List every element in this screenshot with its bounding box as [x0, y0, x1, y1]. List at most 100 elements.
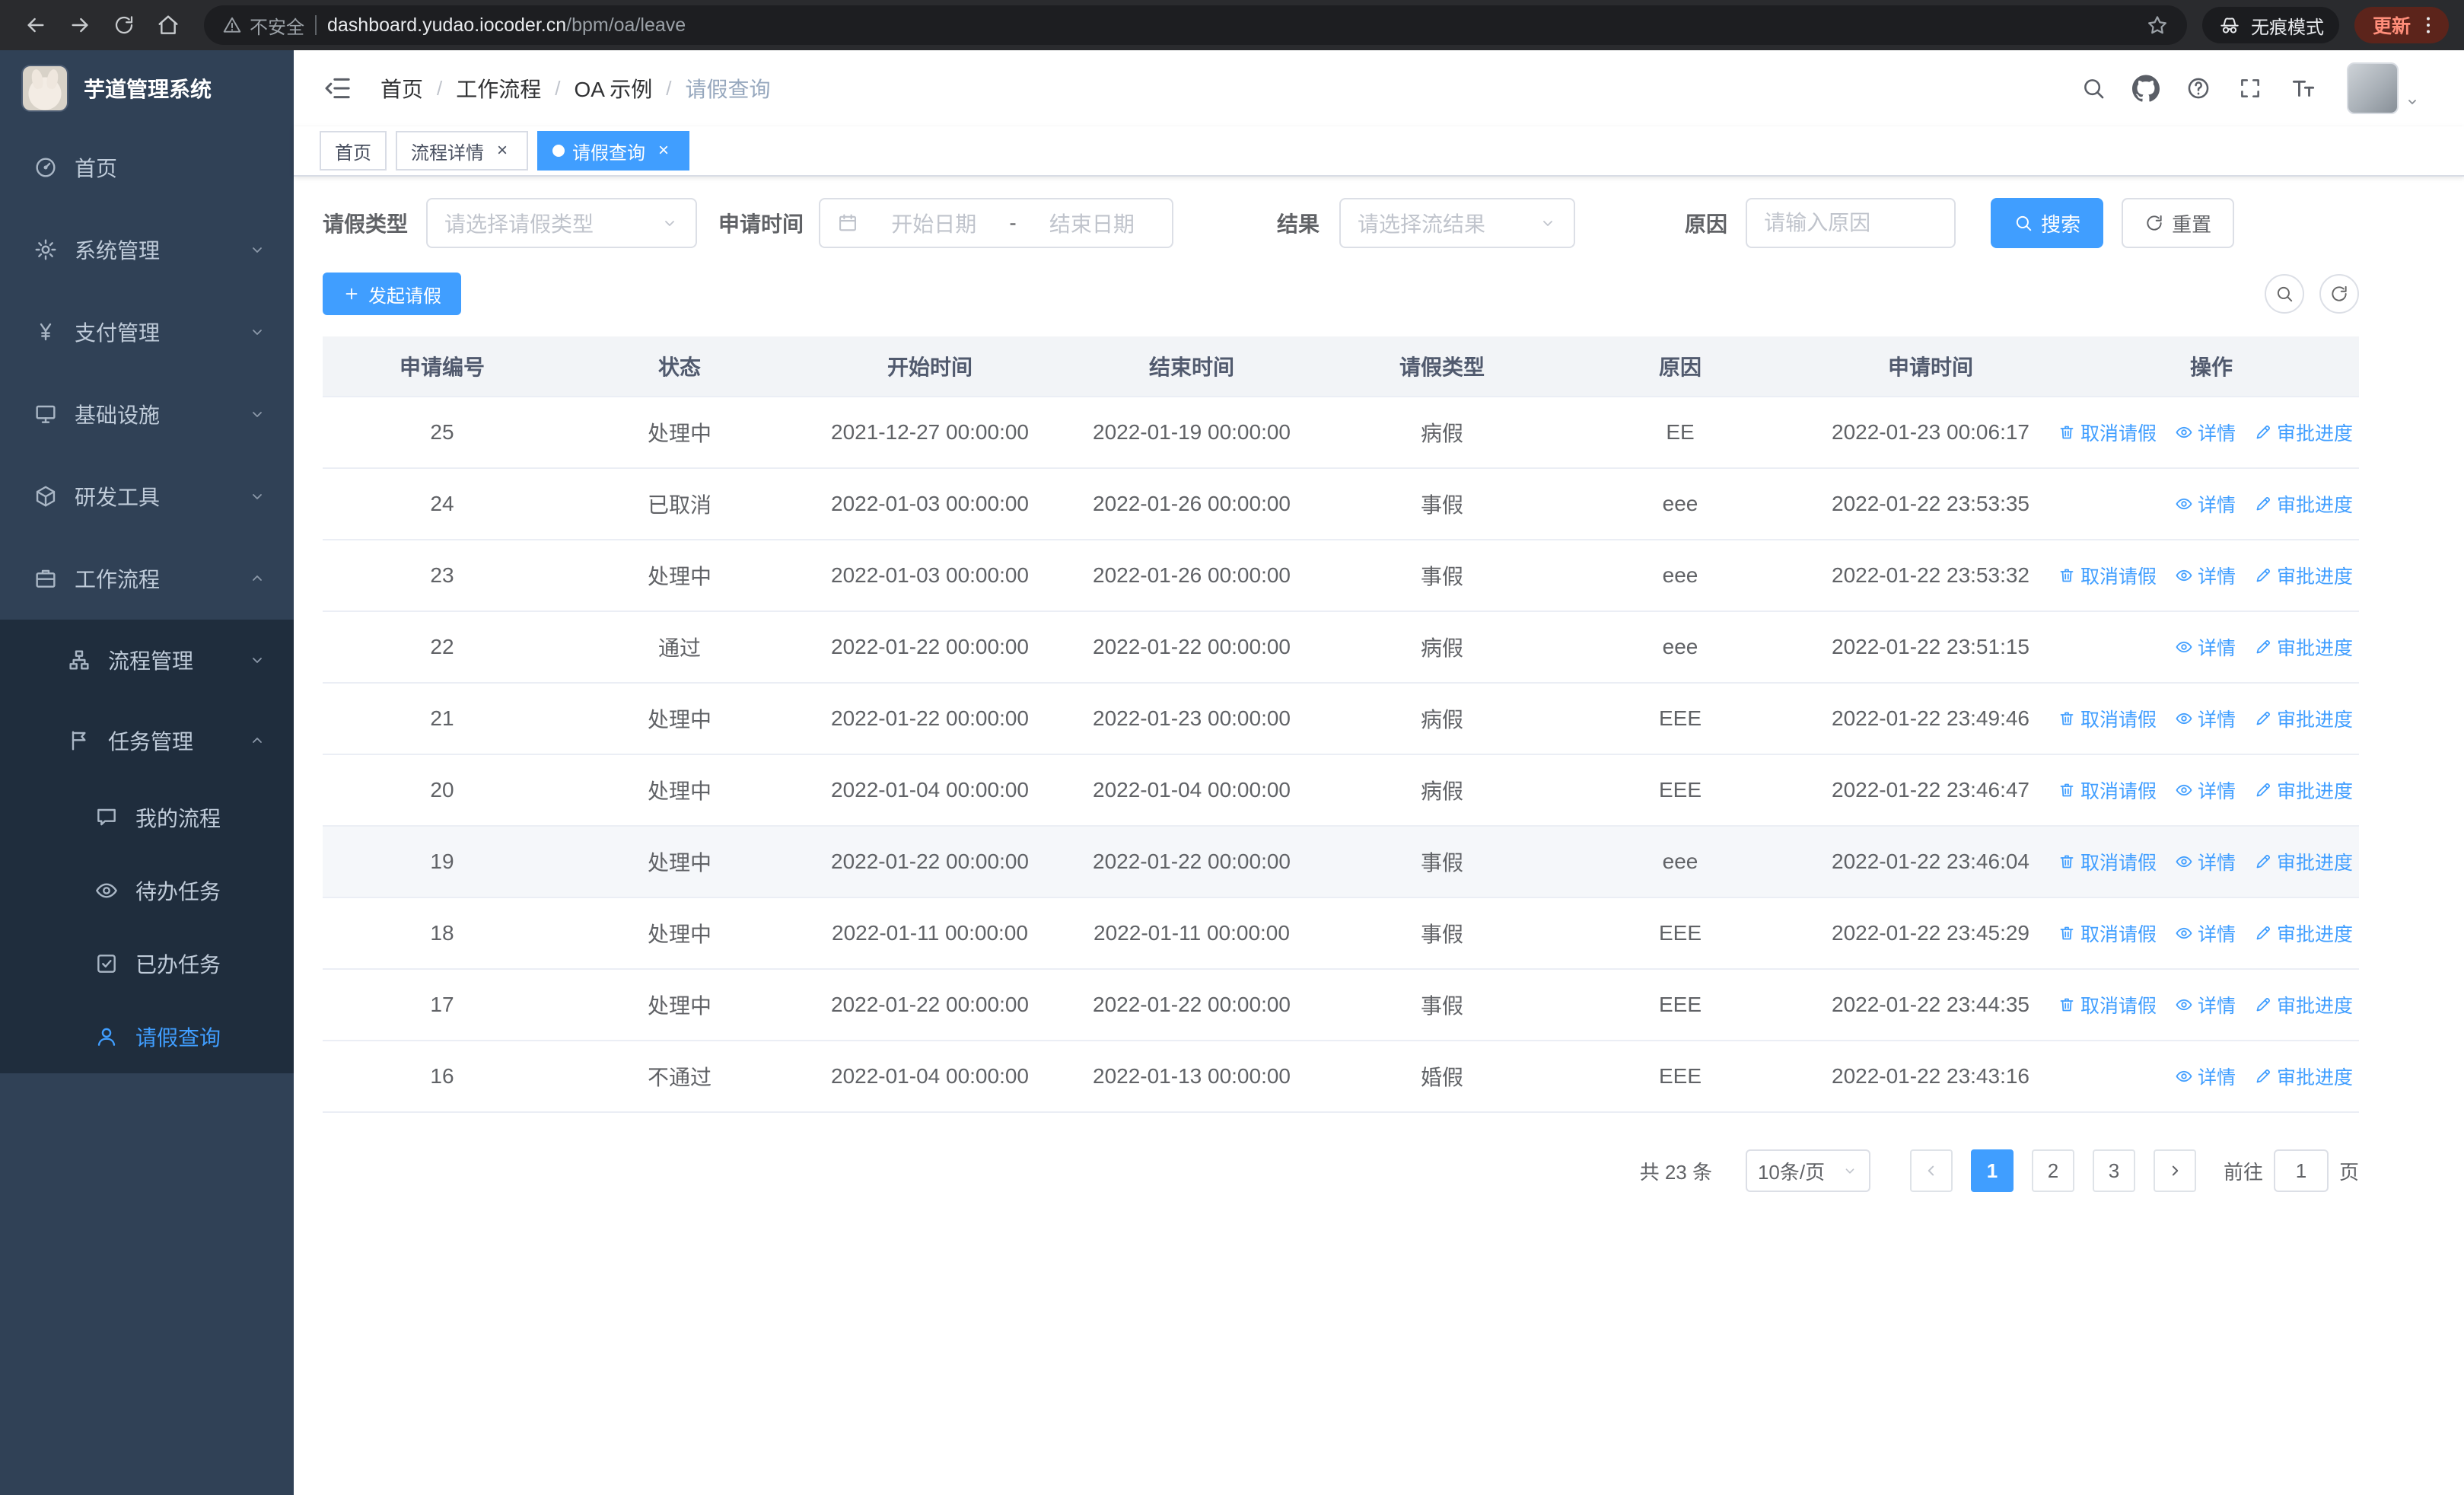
create-leave-button[interactable]: 发起请假: [323, 273, 461, 315]
detail-link[interactable]: 详情: [2175, 991, 2236, 1018]
browser-menu-kebab-icon[interactable]: [2417, 14, 2440, 37]
forward-button[interactable]: [59, 5, 100, 46]
detail-link[interactable]: 详情: [2175, 633, 2236, 661]
pagination: 共 23 条 10条/页 1 2 3 前往 页: [323, 1149, 2359, 1192]
chevron-down-icon: [248, 241, 266, 259]
reason-input[interactable]: [1746, 198, 1956, 248]
approval-progress-link[interactable]: 审批进度: [2254, 633, 2353, 661]
approval-progress-link[interactable]: 审批进度: [2254, 848, 2353, 875]
topbar-icons: [2080, 62, 2421, 114]
tab-leave-query[interactable]: 请假查询 ×: [537, 131, 689, 171]
avatar[interactable]: [2347, 62, 2399, 114]
leave-type-select[interactable]: 请选择请假类型: [426, 198, 698, 248]
cell-status: 处理中: [647, 779, 712, 803]
cancel-leave-link[interactable]: 取消请假: [2058, 705, 2157, 732]
cell-apply-time: 2022-01-22 23:46:04: [1832, 850, 2029, 873]
sidebar-item-done-tasks[interactable]: 已办任务: [0, 927, 294, 1000]
search-button[interactable]: 搜索: [1991, 198, 2104, 248]
approval-progress-link[interactable]: 审批进度: [2254, 419, 2353, 446]
breadcrumb-item-workflow[interactable]: 工作流程: [456, 73, 541, 104]
cell-leave-type: 婚假: [1420, 1066, 1463, 1089]
fullscreen-icon: [2237, 75, 2263, 101]
cancel-leave-link[interactable]: 取消请假: [2058, 776, 2157, 804]
prev-page-button[interactable]: [1909, 1149, 1953, 1192]
cell-end-time: 2022-01-11 00:00:00: [1094, 921, 1290, 945]
approval-progress-link[interactable]: 审批进度: [2254, 776, 2353, 804]
cube-icon: [33, 484, 58, 508]
tab-process-detail[interactable]: 流程详情 ×: [396, 131, 528, 171]
user-menu[interactable]: [2347, 62, 2421, 114]
cell-apply-id: 19: [430, 850, 454, 873]
close-icon[interactable]: ×: [653, 140, 674, 161]
cancel-leave-link[interactable]: 取消请假: [2058, 848, 2157, 875]
cell-reason: EEE: [1658, 706, 1702, 730]
header-search-button[interactable]: [2080, 75, 2106, 101]
update-button[interactable]: 更新: [2354, 7, 2449, 43]
sidebar-item-system[interactable]: 系统管理: [0, 209, 294, 291]
app-logo[interactable]: 芋道管理系统: [0, 50, 294, 126]
fullscreen-button[interactable]: [2237, 75, 2263, 101]
cell-operations: 详情 审批进度: [2064, 1041, 2359, 1111]
detail-link[interactable]: 详情: [2175, 705, 2236, 732]
address-bar[interactable]: 不安全 dashboard.yudao.iocoder.cn/bpm/oa/le…: [204, 5, 2187, 45]
reset-button[interactable]: 重置: [2122, 198, 2235, 248]
reload-button[interactable]: [103, 5, 145, 46]
sidebar-item-payment[interactable]: 支付管理: [0, 291, 294, 373]
breadcrumb-item-oa-example[interactable]: OA 示例: [575, 73, 653, 104]
sidebar-item-process-management[interactable]: 流程管理: [0, 620, 294, 700]
cancel-leave-link[interactable]: 取消请假: [2058, 991, 2157, 1018]
close-icon[interactable]: ×: [492, 140, 513, 161]
security-warning[interactable]: 不安全: [222, 12, 304, 39]
sidebar-item-task-management[interactable]: 任务管理: [0, 700, 294, 781]
cancel-leave-link[interactable]: 取消请假: [2058, 562, 2157, 589]
approval-progress-link[interactable]: 审批进度: [2254, 991, 2353, 1018]
approval-progress-label: 审批进度: [2276, 1067, 2353, 1089]
detail-link[interactable]: 详情: [2175, 490, 2236, 518]
toggle-search-button[interactable]: [2265, 274, 2304, 314]
sidebar-item-leave-query[interactable]: 请假查询: [0, 1000, 294, 1073]
sidebar-item-infrastructure[interactable]: 基础设施: [0, 373, 294, 455]
detail-link[interactable]: 详情: [2175, 419, 2236, 446]
detail-link[interactable]: 详情: [2175, 562, 2236, 589]
back-button[interactable]: [15, 5, 56, 46]
sidebar-item-todo-tasks[interactable]: 待办任务: [0, 854, 294, 927]
page-size-select[interactable]: 10条/页: [1745, 1149, 1870, 1192]
detail-link[interactable]: 详情: [2175, 920, 2236, 947]
sidebar-item-home[interactable]: 首页: [0, 126, 294, 209]
next-page-button[interactable]: [2153, 1149, 2196, 1192]
page-button-1[interactable]: 1: [1970, 1149, 2014, 1192]
tab-label: 流程详情: [411, 142, 484, 164]
goto-page-input[interactable]: [2273, 1149, 2329, 1192]
sidebar-item-workflow[interactable]: 工作流程: [0, 537, 294, 620]
approval-progress-link[interactable]: 审批进度: [2254, 920, 2353, 947]
approval-progress-link[interactable]: 审批进度: [2254, 562, 2353, 589]
approval-progress-link[interactable]: 审批进度: [2254, 1063, 2353, 1090]
bookmark-star-icon[interactable]: [2146, 14, 2169, 37]
font-size-button[interactable]: [2289, 74, 2318, 103]
approval-progress-link[interactable]: 审批进度: [2254, 705, 2353, 732]
date-range-input[interactable]: 开始日期 - 结束日期: [819, 198, 1174, 248]
tab-home[interactable]: 首页: [320, 131, 387, 171]
sidebar-item-my-process[interactable]: 我的流程: [0, 781, 294, 854]
sidebar-item-label: 首页: [75, 157, 118, 180]
detail-link[interactable]: 详情: [2175, 1063, 2236, 1090]
page-button-2[interactable]: 2: [2031, 1149, 2074, 1192]
github-button[interactable]: [2132, 75, 2160, 102]
page-button-3[interactable]: 3: [2092, 1149, 2135, 1192]
cancel-leave-label: 取消请假: [2080, 853, 2157, 874]
breadcrumb-item-home[interactable]: 首页: [380, 73, 423, 104]
cancel-leave-link[interactable]: 取消请假: [2058, 920, 2157, 947]
trash-icon: [2058, 924, 2076, 942]
cancel-leave-link[interactable]: 取消请假: [2058, 419, 2157, 446]
cell-leave-type: 事假: [1420, 565, 1463, 588]
home-button[interactable]: [148, 5, 189, 46]
approval-progress-link[interactable]: 审批进度: [2254, 490, 2353, 518]
refresh-table-button[interactable]: [2319, 274, 2359, 314]
reset-button-label: 重置: [2172, 212, 2212, 236]
detail-link[interactable]: 详情: [2175, 848, 2236, 875]
help-button[interactable]: [2185, 75, 2211, 101]
result-select[interactable]: 请选择流结果: [1339, 198, 1576, 248]
sidebar-item-devtools[interactable]: 研发工具: [0, 455, 294, 537]
detail-link[interactable]: 详情: [2175, 776, 2236, 804]
sidebar-collapse-button[interactable]: [317, 67, 359, 110]
